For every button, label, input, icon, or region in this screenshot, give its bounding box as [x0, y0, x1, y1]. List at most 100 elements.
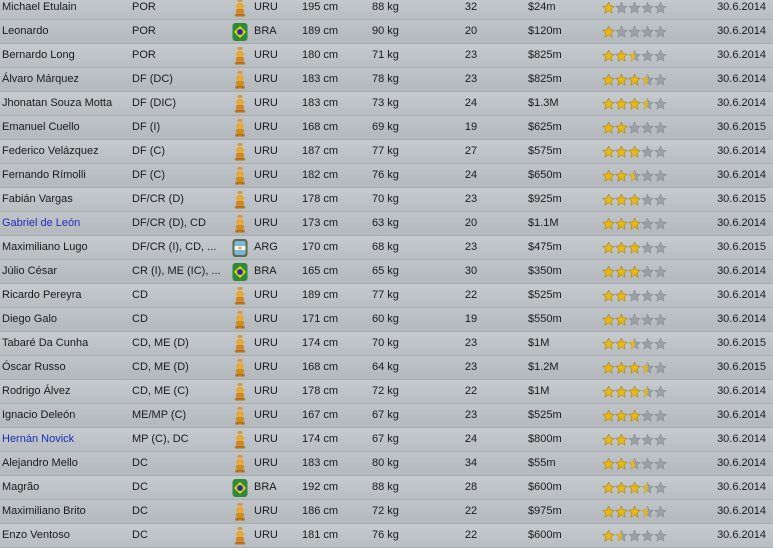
table-row[interactable]: Tabaré Da Cunha CD, ME (D) URU 174 cm 70… — [0, 332, 773, 356]
player-name[interactable]: Álvaro Márquez — [2, 68, 128, 91]
star-mark — [627, 73, 642, 86]
player-name[interactable]: Óscar Russo — [2, 356, 128, 379]
contract-expiry: 30.6.2014 — [717, 49, 766, 61]
table-row[interactable]: Enzo Ventoso DC URU 181 cm 76 kg 22 $600… — [0, 524, 773, 548]
table-row[interactable]: Michael Etulain POR URU 195 cm 88 kg 32 … — [0, 0, 773, 20]
player-value: $975m — [528, 505, 562, 517]
star-mark — [653, 121, 668, 134]
star-mark — [614, 505, 629, 518]
star-mark — [653, 385, 668, 398]
table-row[interactable]: Leonardo POR BRA 189 cm 90 kg 20 $120m 3… — [0, 20, 773, 44]
star-rating — [602, 193, 672, 207]
star-mark — [602, 217, 616, 230]
player-name[interactable]: Magrão — [2, 476, 128, 499]
uruguay-shield-icon — [235, 287, 245, 305]
contract-expiry: 30.6.2014 — [717, 265, 766, 277]
player-value: $800m — [528, 433, 562, 445]
star-mark — [640, 25, 655, 38]
player-age: 23 — [464, 73, 478, 85]
player-name[interactable]: Michael Etulain — [2, 0, 128, 19]
star-mark — [602, 457, 616, 470]
star-mark — [614, 265, 629, 278]
player-name[interactable]: Ignacio Deleón — [2, 404, 128, 427]
uruguay-shield-icon — [235, 95, 245, 113]
star-mark — [602, 505, 616, 518]
player-weight: 77 kg — [372, 289, 399, 301]
table-row[interactable]: Gabriel de León DF/CR (D), CD URU 173 cm… — [0, 212, 773, 236]
table-row[interactable]: Hernán Novick MP (C), DC URU 174 cm 67 k… — [0, 428, 773, 452]
player-weight: 73 kg — [372, 97, 399, 109]
player-value: $1.2M — [528, 361, 559, 373]
table-row[interactable]: Maximiliano Brito DC URU 186 cm 72 kg 22… — [0, 500, 773, 524]
table-row[interactable]: Emanuel Cuello DF (I) URU 168 cm 69 kg 1… — [0, 116, 773, 140]
player-name[interactable]: Bernardo Long — [2, 44, 128, 67]
player-name[interactable]: Tabaré Da Cunha — [2, 332, 128, 355]
table-row[interactable]: Fabián Vargas DF/CR (D) URU 178 cm 70 kg… — [0, 188, 773, 212]
player-name[interactable]: Federico Velázquez — [2, 140, 128, 163]
player-age: 23 — [464, 49, 478, 61]
player-name[interactable]: Rodrigo Álvez — [2, 380, 128, 403]
table-row[interactable]: Magrão DC BRA 192 cm 88 kg 28 $600m 30.6… — [0, 476, 773, 500]
star-mark — [627, 265, 642, 278]
player-weight: 72 kg — [372, 505, 399, 517]
player-name[interactable]: Júlio César — [2, 260, 128, 283]
star-mark — [640, 529, 655, 542]
star-mark — [653, 145, 668, 158]
uruguay-shield-icon — [235, 215, 245, 233]
star-mark — [627, 145, 642, 158]
player-name[interactable]: Gabriel de León — [2, 212, 128, 235]
player-name[interactable]: Fabián Vargas — [2, 188, 128, 211]
table-row[interactable]: Ricardo Pereyra CD URU 189 cm 77 kg 22 $… — [0, 284, 773, 308]
table-row[interactable]: Bernardo Long POR URU 180 cm 71 kg 23 $8… — [0, 44, 773, 68]
player-name[interactable]: Leonardo — [2, 20, 128, 43]
player-name[interactable]: Hernán Novick — [2, 428, 128, 451]
player-name[interactable]: Maximiliano Lugo — [2, 236, 128, 259]
uruguay-shield-icon — [235, 407, 245, 425]
contract-expiry: 30.6.2014 — [717, 409, 766, 421]
table-row[interactable]: Ignacio Deleón ME/MP (C) URU 167 cm 67 k… — [0, 404, 773, 428]
uruguay-shield-icon — [235, 455, 245, 473]
contract-expiry: 30.6.2015 — [717, 361, 766, 373]
player-weight: 63 kg — [372, 217, 399, 229]
star-mark — [627, 313, 642, 326]
player-weight: 72 kg — [372, 385, 399, 397]
uruguay-shield-icon — [235, 527, 245, 545]
player-weight: 70 kg — [372, 337, 399, 349]
table-row[interactable]: Óscar Russo CD, ME (D) URU 168 cm 64 kg … — [0, 356, 773, 380]
nation-flag-icon — [231, 526, 251, 546]
contract-expiry: 30.6.2014 — [717, 73, 766, 85]
player-name[interactable]: Jhonatan Souza Motta — [2, 92, 128, 115]
table-row[interactable]: Federico Velázquez DF (C) URU 187 cm 77 … — [0, 140, 773, 164]
table-row[interactable]: Rodrigo Álvez CD, ME (C) URU 178 cm 72 k… — [0, 380, 773, 404]
player-weight: 67 kg — [372, 433, 399, 445]
star-mark — [653, 1, 668, 14]
player-name[interactable]: Emanuel Cuello — [2, 116, 128, 139]
star-mark — [653, 25, 668, 38]
table-row[interactable]: Fernando Rímolli DF (C) URU 182 cm 76 kg… — [0, 164, 773, 188]
player-name[interactable]: Maximiliano Brito — [2, 500, 128, 523]
table-row[interactable]: Maximiliano Lugo DF/CR (I), CD, ... ARG … — [0, 236, 773, 260]
player-position: CD — [132, 313, 148, 325]
player-name[interactable]: Ricardo Pereyra — [2, 284, 128, 307]
nation-flag-icon — [231, 70, 251, 90]
stars-icon — [602, 169, 668, 182]
table-row[interactable]: Júlio César CR (I), ME (IC), ... BRA 165… — [0, 260, 773, 284]
table-row[interactable]: Diego Galo CD URU 171 cm 60 kg 19 $550m … — [0, 308, 773, 332]
table-row[interactable]: Álvaro Márquez DF (DC) URU 183 cm 78 kg … — [0, 68, 773, 92]
star-rating — [602, 505, 672, 519]
star-mark — [653, 457, 668, 470]
player-name[interactable]: Fernando Rímolli — [2, 164, 128, 187]
table-row[interactable]: Jhonatan Souza Motta DF (DIC) URU 183 cm… — [0, 92, 773, 116]
star-mark — [627, 481, 642, 494]
player-name[interactable]: Alejandro Mello — [2, 452, 128, 475]
player-nationality: URU — [254, 313, 278, 325]
stars-icon — [602, 193, 668, 206]
player-age: 22 — [464, 289, 478, 301]
player-height: 189 cm — [302, 25, 339, 37]
contract-expiry: 30.6.2014 — [717, 97, 766, 109]
table-row[interactable]: Alejandro Mello DC URU 183 cm 80 kg 34 $… — [0, 452, 773, 476]
player-name[interactable]: Diego Galo — [2, 308, 128, 331]
contract-expiry: 30.6.2015 — [717, 193, 766, 205]
stars-icon — [602, 289, 668, 302]
star-mark — [640, 121, 655, 134]
